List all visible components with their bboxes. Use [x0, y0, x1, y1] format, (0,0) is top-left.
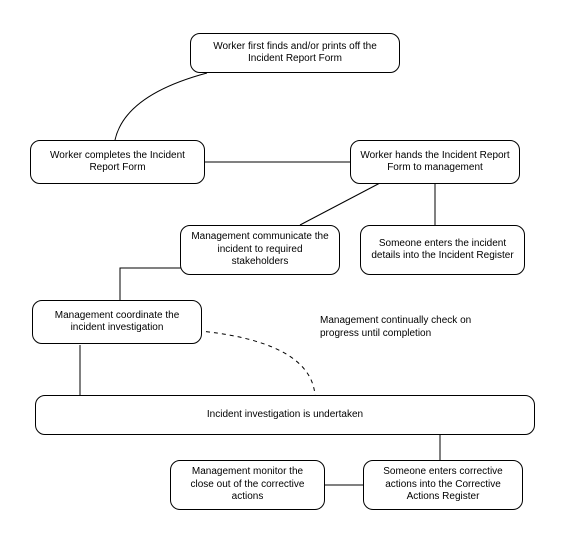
- edge-n1-n2: [115, 73, 207, 140]
- node-enter-corrective-actions: Someone enters corrective actions into t…: [363, 460, 523, 510]
- node-label: Worker hands the Incident Report Form to…: [359, 150, 511, 175]
- annotation-text: Management continually check on progress…: [320, 315, 471, 339]
- edge-n6-n7-dashed: [190, 330, 315, 395]
- node-label: Management monitor the close out of the …: [179, 466, 316, 504]
- node-enter-incident-register: Someone enters the incident details into…: [360, 225, 525, 275]
- flowchart-stage: Worker first finds and/or prints off the…: [0, 0, 576, 547]
- node-label: Someone enters corrective actions into t…: [372, 466, 514, 504]
- annotation-continual-check: Management continually check on progress…: [320, 315, 500, 340]
- node-label: Incident investigation is undertaken: [207, 409, 363, 422]
- node-monitor-closeout: Management monitor the close out of the …: [170, 460, 325, 510]
- node-investigation-undertaken: Incident investigation is undertaken: [35, 395, 535, 435]
- node-coordinate-investigation: Management coordinate the incident inves…: [32, 300, 202, 344]
- node-label: Management communicate the incident to r…: [189, 231, 331, 269]
- node-label: Worker completes the Incident Report For…: [39, 150, 196, 175]
- node-label: Management coordinate the incident inves…: [41, 310, 193, 335]
- node-hand-to-management: Worker hands the Incident Report Form to…: [350, 140, 520, 184]
- edge-n3-n4: [300, 183, 380, 225]
- node-label: Worker first finds and/or prints off the…: [199, 41, 391, 66]
- node-find-print-form: Worker first finds and/or prints off the…: [190, 33, 400, 73]
- node-label: Someone enters the incident details into…: [369, 238, 516, 263]
- node-communicate-stakeholders: Management communicate the incident to r…: [180, 225, 340, 275]
- node-complete-form: Worker completes the Incident Report For…: [30, 140, 205, 184]
